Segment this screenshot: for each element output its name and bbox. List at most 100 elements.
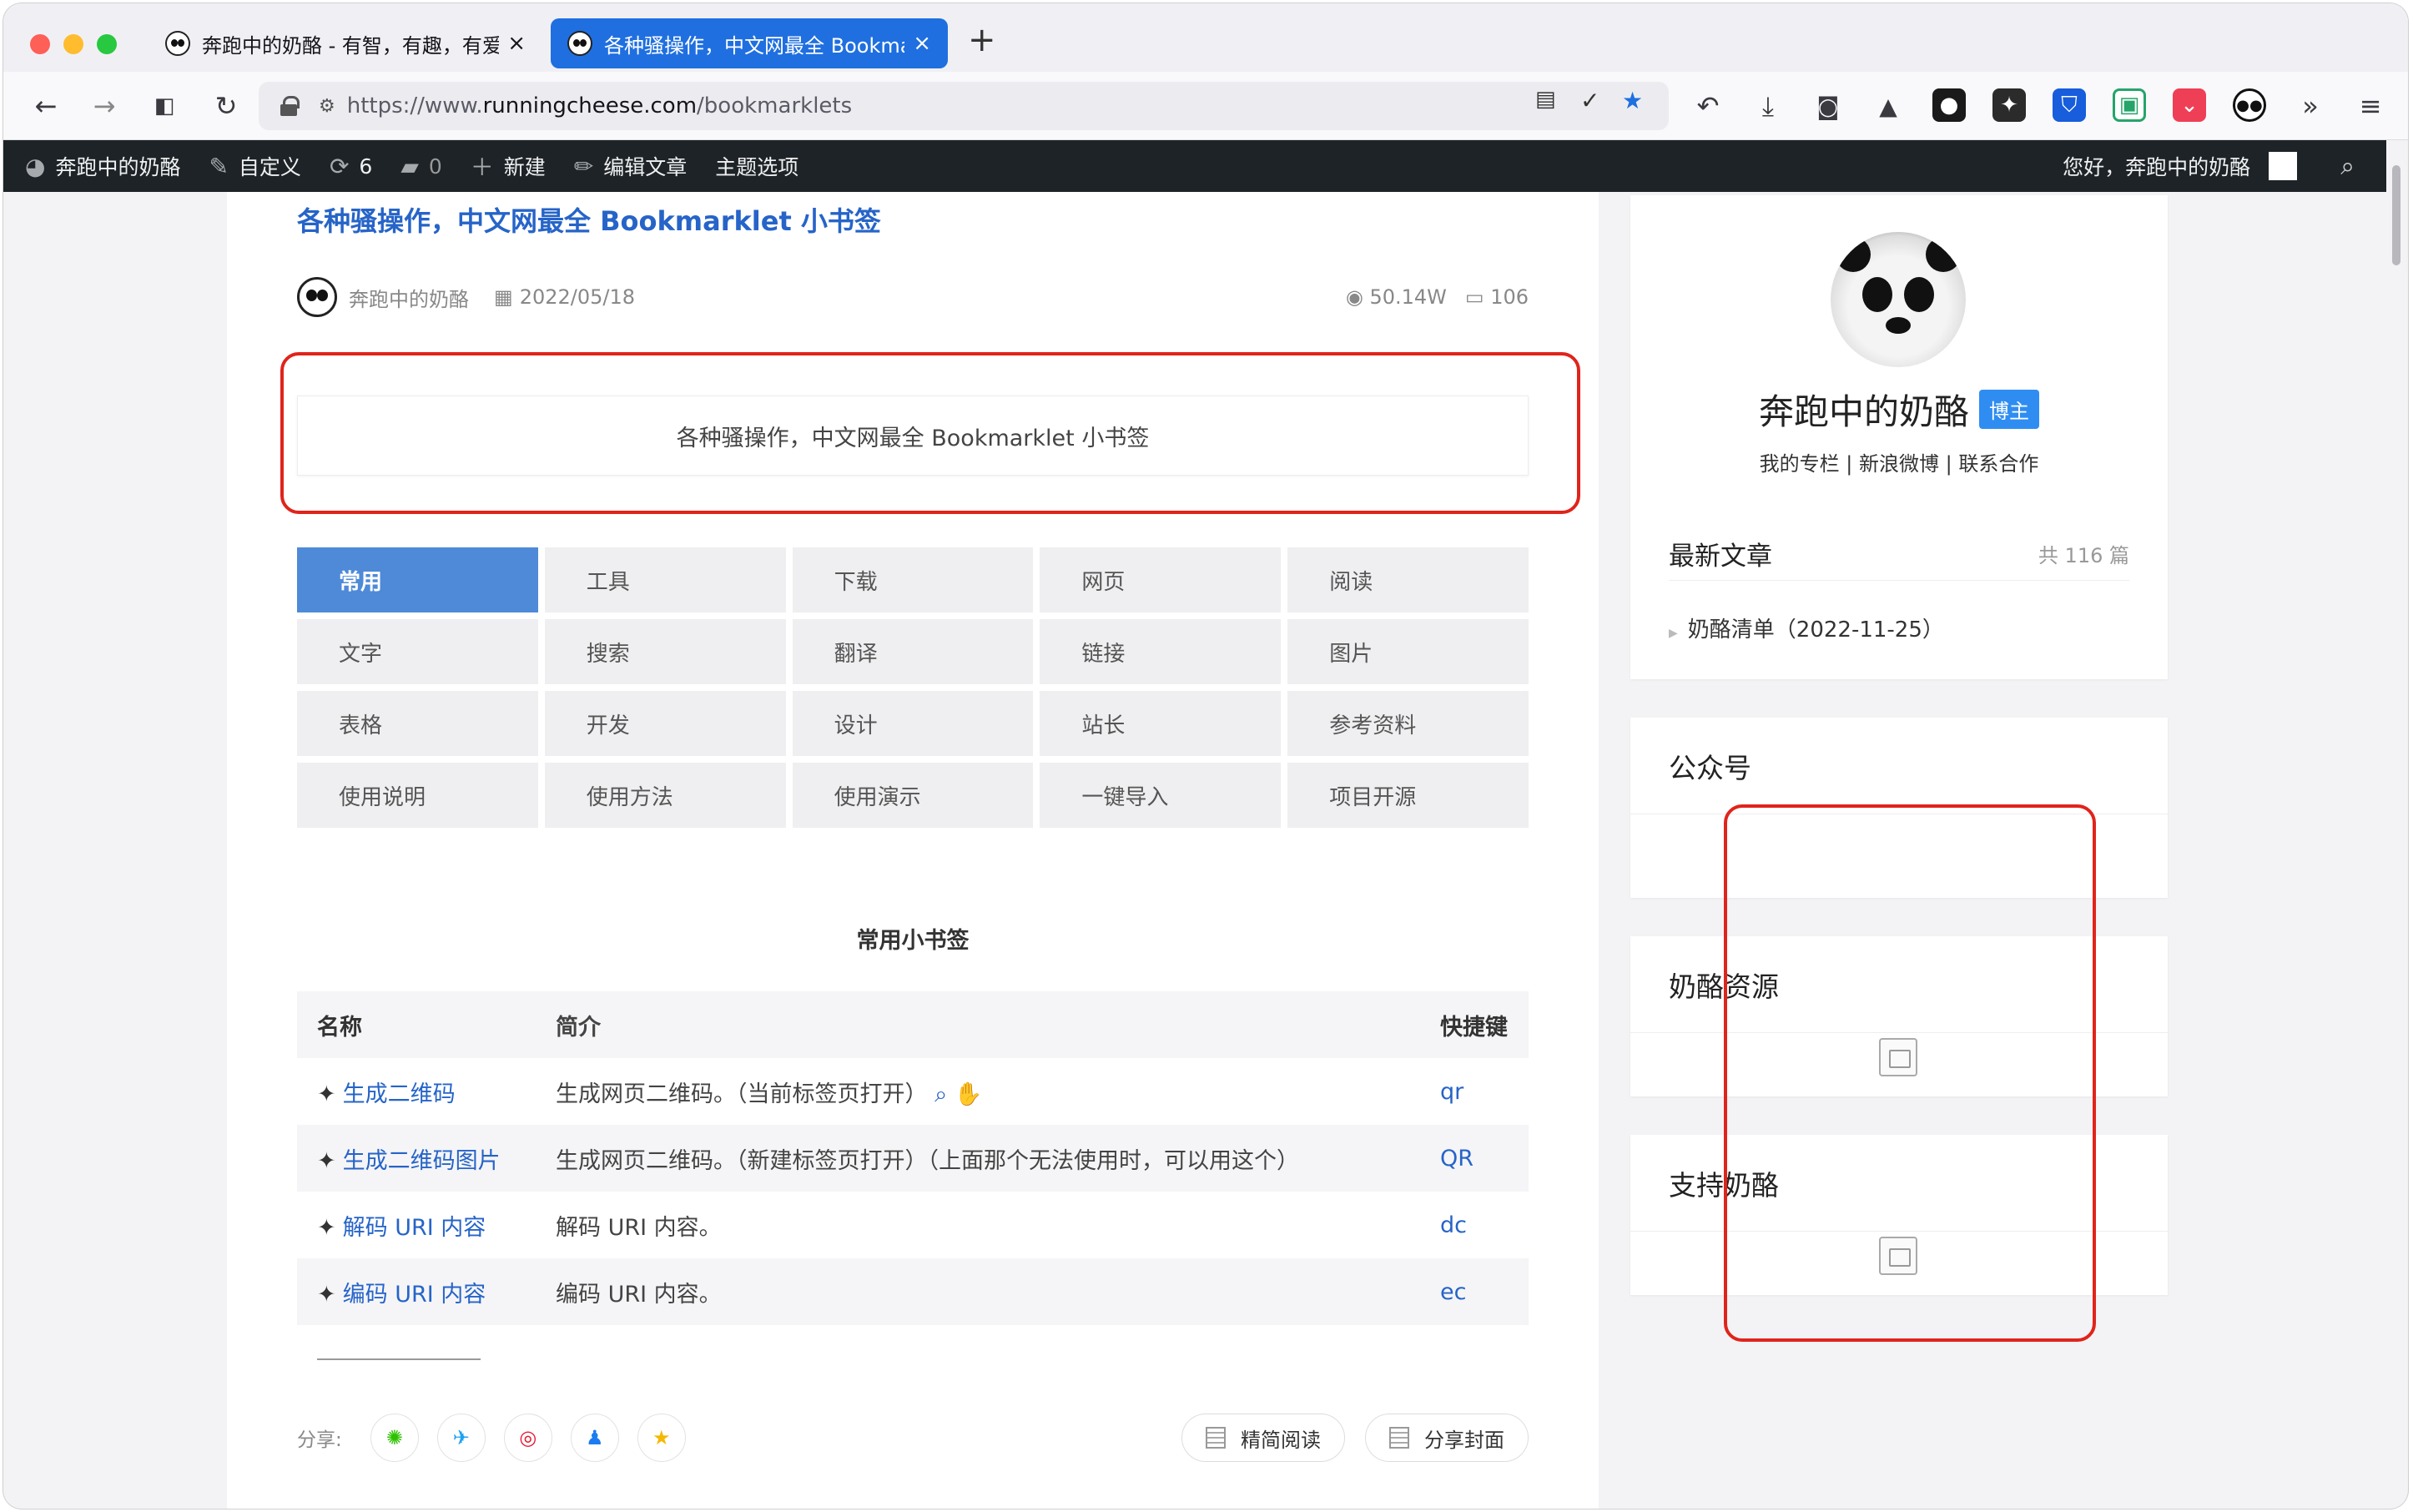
category-tab[interactable]: 一键导入 <box>1040 763 1282 828</box>
check-icon[interactable]: ✓ <box>1580 87 1599 114</box>
category-tab[interactable]: 下载 <box>792 547 1034 612</box>
qq-share-icon[interactable]: ♟ <box>570 1414 619 1462</box>
panda-icon[interactable]: ●● <box>2233 88 2266 122</box>
reader-view-icon[interactable]: ▤ <box>1535 87 1556 112</box>
category-tab[interactable]: 链接 <box>1040 619 1282 684</box>
author-links[interactable]: 我的专栏 | 新浪微博 | 联系合作 <box>1630 447 2168 476</box>
category-tab[interactable]: 阅读 <box>1287 547 1529 612</box>
weibo-share-icon[interactable]: ◎ <box>503 1414 552 1462</box>
admin-edit-link[interactable]: ✏ 编辑文章 <box>574 151 687 181</box>
admin-avatar[interactable] <box>2269 152 2298 180</box>
highlight-annotation <box>280 352 1580 514</box>
zoom-window-button[interactable] <box>97 34 117 54</box>
tab-home[interactable]: 奔跑中的奶酪 - 有智，有趣，有爱 × <box>149 18 542 68</box>
calendar-icon: ▦ <box>494 285 513 309</box>
admin-site-link[interactable]: ◕ 奔跑中的奶酪 <box>25 151 180 181</box>
permissions-icon[interactable]: ⚙ <box>319 96 335 117</box>
category-tab[interactable]: 设计 <box>792 691 1034 756</box>
rocket-icon[interactable]: ▲ <box>1871 88 1906 123</box>
comments-stat[interactable]: ▭ 106 <box>1465 285 1529 309</box>
extension-icon[interactable]: ✦ <box>1992 88 2026 122</box>
new-tab-button[interactable]: + <box>968 23 996 57</box>
page-scrollbar[interactable] <box>2386 140 2405 1509</box>
category-tab[interactable]: 项目开源 <box>1287 763 1529 828</box>
admin-theme-link[interactable]: 主题选项 <box>715 151 798 181</box>
sparkle-icon: ✦ <box>317 1214 336 1241</box>
category-tab[interactable]: 网页 <box>1040 547 1282 612</box>
category-tab[interactable]: 图片 <box>1287 619 1529 684</box>
admin-updates-link[interactable]: ⟳ 6 <box>330 153 372 180</box>
post-title[interactable]: 各种骚操作，中文网最全 Bookmarklet 小书签 <box>297 200 881 239</box>
close-tab-icon[interactable]: × <box>913 31 931 56</box>
table-footer <box>297 1325 1529 1392</box>
sparkle-icon: ✦ <box>317 1281 336 1308</box>
bitwarden-icon[interactable]: ⛉ <box>2053 88 2086 122</box>
author-avatar[interactable] <box>297 277 337 317</box>
tab-bookmarklets[interactable]: 各种骚操作，中文网最全 Bookmarklet × <box>551 18 948 68</box>
overflow-icon[interactable]: » <box>2293 88 2328 123</box>
header-name: 名称 <box>317 1014 362 1041</box>
admin-customize-link[interactable]: ✎ 自定义 <box>209 151 300 181</box>
reload-icon[interactable]: ↻ <box>209 88 244 123</box>
post-author[interactable]: 奔跑中的奶酪 <box>349 283 469 312</box>
bookmarklet-link[interactable]: 生成二维码图片 <box>343 1148 501 1174</box>
category-tab[interactable]: 表格 <box>297 691 538 756</box>
header-desc: 简介 <box>556 1014 601 1041</box>
camera-icon[interactable]: ◙ <box>1811 88 1846 123</box>
cell-shortcut: QR <box>1440 1145 1474 1172</box>
save-icon[interactable]: ▣ <box>2113 88 2146 122</box>
download-icon[interactable]: ⤓ <box>1751 88 1786 123</box>
forward-icon[interactable]: → <box>87 88 122 123</box>
recent-post-item[interactable]: ▶ 奶酪清单（2022-11-25） <box>1669 612 1944 643</box>
reader-mode-button[interactable]: 精简阅读 <box>1181 1414 1345 1462</box>
wechat-share-icon[interactable]: ✺ <box>370 1414 419 1462</box>
back-icon[interactable]: ← <box>28 88 63 123</box>
bookmarklet-link[interactable]: 解码 URI 内容 <box>343 1215 486 1241</box>
sidebar-icon[interactable]: ◧ <box>147 88 182 123</box>
twitter-share-icon[interactable]: ✈ <box>436 1414 486 1462</box>
close-window-button[interactable] <box>30 34 50 54</box>
category-tab[interactable]: 工具 <box>544 547 786 612</box>
desc-text: 生成网页二维码。（新建标签页打开）（上面那个无法使用时，可以用这个） <box>556 1147 1299 1174</box>
category-tab[interactable]: 常用 <box>297 547 538 612</box>
qzone-share-icon[interactable]: ★ <box>637 1414 686 1462</box>
lock-icon[interactable] <box>280 96 300 116</box>
recent-post-label: 奶酪清单（2022-11-25） <box>1687 617 1944 643</box>
category-tab[interactable]: 开发 <box>544 691 786 756</box>
undo-icon[interactable]: ↶ <box>1690 88 1725 123</box>
comments-count: 106 <box>1490 285 1529 309</box>
table-row: ✦ 编码 URI 内容 编码 URI 内容。 ec <box>297 1258 1529 1325</box>
pencil-icon: ✏ <box>573 152 594 180</box>
category-tab[interactable]: 搜索 <box>544 619 786 684</box>
minimize-window-button[interactable] <box>63 34 83 54</box>
bookmarklet-link[interactable]: 生成二维码 <box>343 1081 456 1107</box>
category-tab[interactable]: 使用说明 <box>297 763 538 828</box>
menu-icon[interactable]: ≡ <box>2353 88 2388 123</box>
admin-greeting[interactable]: 您好，奔跑中的奶酪 <box>2063 151 2250 181</box>
views-stat: ◉ 50.14W <box>1346 285 1447 309</box>
pocket-icon[interactable]: ⌄ <box>2173 88 2206 122</box>
category-tab[interactable]: 参考资料 <box>1287 691 1529 756</box>
tab-title: 各种骚操作，中文网最全 Bookmarklet <box>604 33 904 58</box>
scrollbar-thumb[interactable] <box>2392 165 2400 265</box>
share-cover-label: 分享封面 <box>1424 1428 1504 1452</box>
admin-new-link[interactable]: ＋ 新建 <box>471 149 546 183</box>
bookmark-star-icon[interactable]: ★ <box>1622 87 1643 114</box>
admin-comments-link[interactable]: ▰ 0 <box>400 153 441 180</box>
category-tab[interactable]: 站长 <box>1040 691 1282 756</box>
url-bar[interactable]: ⚙ https://www. runningcheese.com/bookmark… <box>259 82 1669 130</box>
bookmarklet-link[interactable]: 编码 URI 内容 <box>343 1282 486 1308</box>
extension-icon[interactable]: ● <box>1932 88 1966 122</box>
thumbs-up-icon: ✋ <box>947 1081 983 1107</box>
close-tab-icon[interactable]: × <box>507 31 526 56</box>
category-tab[interactable]: 文字 <box>297 619 538 684</box>
category-tab[interactable]: 使用方法 <box>544 763 786 828</box>
share-cover-button[interactable]: 分享封面 <box>1365 1414 1529 1462</box>
admin-updates-count: 6 <box>359 154 373 179</box>
author-avatar-large[interactable] <box>1831 232 1966 367</box>
document-icon <box>1389 1427 1409 1449</box>
search-icon[interactable]: ⌕ <box>2340 152 2355 181</box>
category-tab[interactable]: 翻译 <box>792 619 1034 684</box>
category-tab[interactable]: 使用演示 <box>792 763 1034 828</box>
panda-ear <box>1926 237 1961 272</box>
